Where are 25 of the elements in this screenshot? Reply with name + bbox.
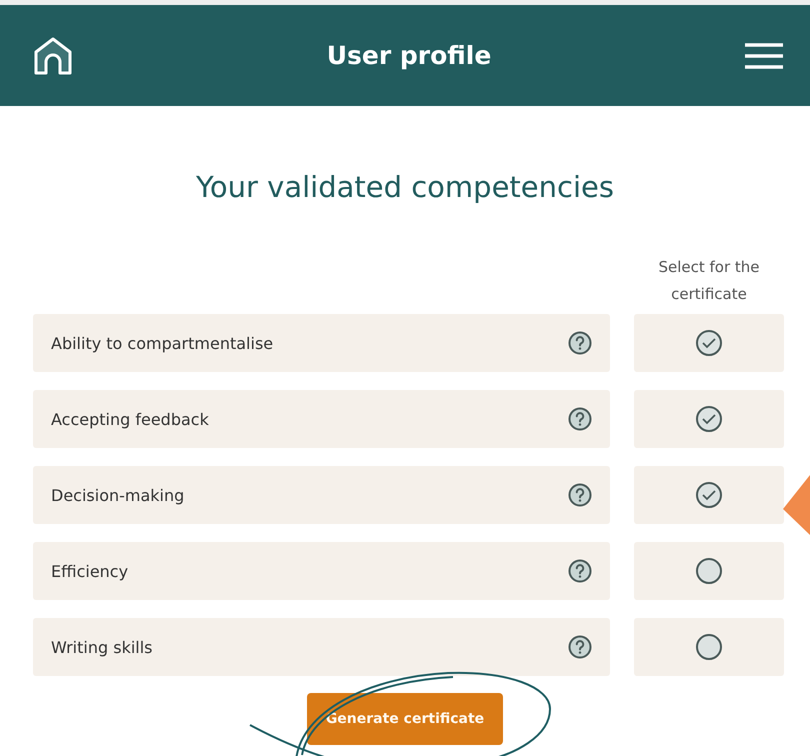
help-icon[interactable] — [568, 635, 592, 659]
select-checkbox[interactable] — [696, 482, 722, 508]
competency-name: Efficiency — [51, 562, 128, 580]
pointer-arrow-drawing — [783, 475, 810, 535]
section-heading: Your validated competencies — [195, 170, 615, 204]
competency-name: Writing skills — [51, 638, 152, 656]
generate-certificate-button[interactable]: Generate certificate — [307, 693, 503, 745]
competency-name: Decision-making — [51, 486, 184, 504]
help-icon[interactable] — [568, 559, 592, 583]
page-title: User profile — [326, 41, 492, 70]
select-checkbox[interactable] — [696, 330, 722, 356]
menu-icon[interactable] — [744, 42, 784, 70]
check-icon — [701, 413, 717, 425]
help-icon[interactable] — [568, 331, 592, 355]
check-icon — [701, 489, 717, 501]
home-icon[interactable] — [32, 34, 74, 76]
select-checkbox[interactable] — [696, 406, 722, 432]
competency-name: Ability to compartmentalise — [51, 334, 274, 352]
help-icon[interactable] — [568, 407, 592, 431]
help-icon[interactable] — [568, 483, 592, 507]
select-checkbox[interactable] — [696, 634, 722, 660]
select-checkbox[interactable] — [696, 558, 722, 584]
competency-name: Accepting feedback — [51, 410, 209, 428]
check-icon — [701, 337, 717, 349]
column-label: Select for the certificate — [657, 257, 761, 305]
